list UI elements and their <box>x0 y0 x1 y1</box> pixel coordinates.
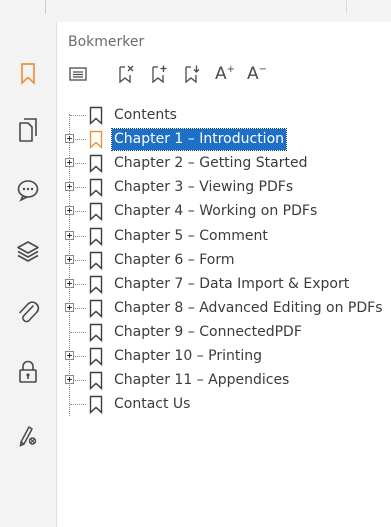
expand-toggle-icon[interactable] <box>65 182 74 192</box>
bookmark-icon[interactable] <box>12 58 44 90</box>
bookmark-item[interactable]: Contents <box>57 104 391 128</box>
bookmark-icon <box>89 154 103 174</box>
tree-connector <box>75 211 86 213</box>
tab-divider <box>346 0 347 14</box>
bookmark-label: Chapter 11 – Appendices <box>114 372 290 389</box>
tree-connector <box>75 380 86 382</box>
signature-icon[interactable] <box>12 419 44 451</box>
security-icon[interactable] <box>12 356 44 388</box>
panel-title: Bokmerker <box>68 34 145 50</box>
expand-toggle-icon[interactable] <box>65 158 74 168</box>
bookmark-item[interactable]: Chapter 6 – Form <box>57 249 391 273</box>
bookmarks-toolbar: A + A − <box>57 62 391 88</box>
bookmark-item[interactable]: Chapter 8 – Advanced Editing on PDFs <box>57 297 391 321</box>
bookmark-label: Chapter 4 – Working on PDFs <box>114 203 318 220</box>
bookmark-item[interactable]: Chapter 3 – Viewing PDFs <box>57 176 391 200</box>
bookmark-item[interactable]: Contact Us <box>57 393 391 417</box>
pages-icon[interactable] <box>12 114 44 146</box>
tree-connector <box>75 283 86 285</box>
tab-divider <box>45 0 46 14</box>
tree-connector <box>75 307 86 309</box>
add-bookmark-icon[interactable] <box>148 62 170 86</box>
bookmark-item[interactable]: Chapter 1 – Introduction <box>57 128 391 152</box>
delete-bookmark-icon[interactable] <box>115 62 137 86</box>
expand-toggle-icon[interactable] <box>65 206 74 216</box>
bookmark-icon <box>89 130 103 150</box>
bookmarks-panel: Bokmerker A + A − Contents Chapter 1 – Intr… <box>57 22 391 527</box>
decrease-font-sup: − <box>258 63 268 75</box>
bookmark-label: Contact Us <box>114 396 191 413</box>
bookmark-label: Chapter 7 – Data Import & Export <box>114 275 350 292</box>
decrease-font-label: A <box>246 63 259 84</box>
bookmark-icon <box>89 299 103 318</box>
bookmark-label: Chapter 6 – Form <box>114 251 235 268</box>
expand-toggle-icon[interactable] <box>65 254 74 264</box>
tree-connector <box>70 404 86 406</box>
decrease-font-icon[interactable]: A − <box>244 62 270 86</box>
bookmark-icon <box>89 227 103 246</box>
bookmark-label: Chapter 1 – Introduction <box>110 128 288 152</box>
bookmark-label: Chapter 10 – Printing <box>114 348 262 364</box>
bookmark-icon <box>89 275 103 294</box>
bookmark-icon <box>89 203 103 222</box>
bookmark-item[interactable]: Chapter 2 – Getting Started <box>57 152 391 176</box>
top-strip <box>0 0 391 23</box>
options-menu-icon[interactable] <box>67 62 89 86</box>
bookmark-icon <box>89 179 103 198</box>
increase-font-sup: + <box>226 63 236 75</box>
expand-toggle-icon[interactable] <box>65 302 74 312</box>
tree-connector <box>75 235 86 237</box>
bookmark-label: Chapter 8 – Advanced Editing on PDFs <box>114 299 383 316</box>
tree-connector <box>70 331 86 333</box>
comments-icon[interactable] <box>12 174 44 206</box>
bookmark-item[interactable]: Chapter 7 – Data Import & Export <box>57 273 391 297</box>
tree-connector <box>70 115 86 116</box>
increase-font-label: A <box>214 63 227 84</box>
side-rail <box>0 22 57 527</box>
tree-connector <box>75 187 86 189</box>
bookmark-item[interactable]: Chapter 10 – Printing <box>57 345 391 369</box>
layers-icon[interactable] <box>12 235 44 267</box>
expand-toggle-icon[interactable] <box>65 278 74 288</box>
bookmark-item[interactable]: Chapter 5 – Comment <box>57 225 391 249</box>
bookmark-icon <box>89 323 103 342</box>
tree-connector <box>75 259 86 261</box>
bookmark-label: Chapter 3 – Viewing PDFs <box>114 179 294 196</box>
expand-toggle-icon[interactable] <box>65 375 74 385</box>
expand-toggle-icon[interactable] <box>65 230 74 240</box>
bookmark-label: Contents <box>114 107 177 123</box>
bookmark-icon <box>89 106 103 125</box>
bookmark-icon <box>89 251 103 270</box>
bookmark-label: Chapter 2 – Getting Started <box>114 155 308 172</box>
attachments-icon[interactable] <box>12 296 44 328</box>
bookmark-item[interactable]: Chapter 9 – ConnectedPDF <box>57 321 391 345</box>
expand-toggle-icon[interactable] <box>65 134 74 144</box>
bookmark-icon <box>89 347 103 366</box>
bookmark-icon <box>89 371 103 391</box>
expand-toggle-icon[interactable] <box>65 351 74 360</box>
bookmark-icon <box>89 395 103 415</box>
bookmark-label: Chapter 9 – ConnectedPDF <box>114 323 302 340</box>
increase-font-icon[interactable]: A + <box>212 62 238 86</box>
tree-connector <box>75 163 86 165</box>
bookmark-label: Chapter 5 – Comment <box>114 227 268 244</box>
bookmark-item[interactable]: Chapter 4 – Working on PDFs <box>57 200 391 224</box>
tree-connector <box>75 356 86 357</box>
bookmark-item[interactable]: Chapter 11 – Appendices <box>57 369 391 393</box>
tree-connector <box>75 139 86 141</box>
add-child-bookmark-icon[interactable] <box>181 62 203 86</box>
